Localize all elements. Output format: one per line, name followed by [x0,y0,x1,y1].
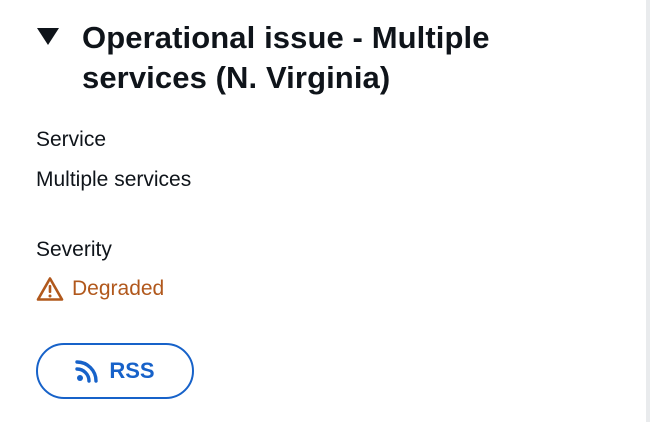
severity-status: Degraded [36,275,164,303]
event-detail-panel: Operational issue - Multiple services (N… [0,0,640,422]
event-expand-header[interactable]: Operational issue - Multiple services (N… [36,18,582,98]
service-label: Service [36,128,107,151]
rss-feed-icon [75,358,101,384]
rss-button[interactable]: RSS [36,343,194,399]
warning-triangle-icon [36,275,64,303]
caret-down-icon[interactable] [36,26,64,54]
severity-label: Severity [36,238,112,261]
rss-button-label: RSS [109,358,155,383]
event-title: Operational issue - Multiple services (N… [82,20,490,95]
severity-value: Degraded [72,277,165,300]
scrollbar-track[interactable] [646,0,650,422]
service-value: Multiple services [36,168,192,191]
